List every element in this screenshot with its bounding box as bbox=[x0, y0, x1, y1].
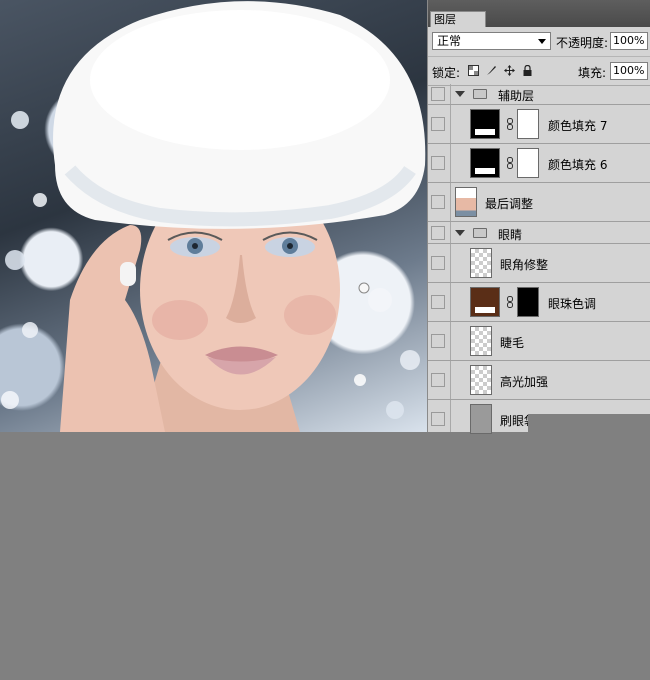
divider bbox=[450, 244, 451, 282]
portrait-image bbox=[1, 1, 426, 432]
layer-thumbnail bbox=[470, 404, 492, 434]
layer-row[interactable]: 最后调整 bbox=[428, 183, 650, 222]
divider bbox=[450, 400, 451, 432]
divider bbox=[450, 361, 451, 399]
layers-panel: 图层 正常 不透明度: 100% 锁定: 填充: 100% 辅助层 颜色填充 7… bbox=[427, 0, 650, 434]
opacity-label: 不透明度: bbox=[556, 36, 609, 50]
layer-name: 眼角修整 bbox=[500, 258, 549, 272]
overlay-block bbox=[528, 414, 650, 432]
divider bbox=[450, 105, 451, 143]
fill-layer-thumbnail bbox=[470, 109, 500, 139]
blend-mode-select[interactable]: 正常 bbox=[432, 32, 551, 50]
layer-group-row[interactable]: 辅助层 bbox=[428, 84, 650, 105]
layer-name: 颜色填充 6 bbox=[548, 158, 608, 172]
image-layer-thumbnail bbox=[455, 187, 477, 217]
eye-visibility-icon[interactable] bbox=[431, 373, 445, 387]
layer-group-row[interactable]: 眼睛 bbox=[428, 222, 650, 244]
eye-visibility-icon[interactable] bbox=[431, 412, 445, 426]
brush-icon[interactable] bbox=[486, 65, 497, 76]
eye-visibility-icon[interactable] bbox=[431, 87, 445, 101]
layer-mask-thumbnail[interactable] bbox=[517, 109, 539, 139]
tab-layers[interactable]: 图层 bbox=[430, 11, 486, 27]
fill-layer-thumbnail bbox=[470, 287, 500, 317]
eye-visibility-icon[interactable] bbox=[431, 226, 445, 240]
lock-label: 锁定: bbox=[432, 66, 461, 80]
fill-adjustment-icon bbox=[475, 129, 495, 135]
link-chain-icon[interactable] bbox=[507, 296, 513, 308]
lock-transparent-icon[interactable] bbox=[468, 65, 479, 76]
lock-bar: 锁定: 填充: 100% bbox=[428, 57, 650, 86]
blend-mode-bar: 正常 不透明度: 100% bbox=[428, 27, 650, 57]
layer-row[interactable]: 高光加强 bbox=[428, 361, 650, 400]
layer-name: 眼珠色调 bbox=[548, 297, 597, 311]
expand-triangle-icon[interactable] bbox=[455, 91, 465, 97]
layer-name: 颜色填充 7 bbox=[548, 119, 608, 133]
fill-label: 填充: bbox=[578, 66, 607, 80]
panel-tab-bar: 图层 bbox=[428, 0, 650, 27]
eye-visibility-icon[interactable] bbox=[431, 295, 445, 309]
layer-name: 最后调整 bbox=[485, 197, 534, 211]
blend-mode-value: 正常 bbox=[437, 34, 462, 48]
eye-visibility-icon[interactable] bbox=[431, 156, 445, 170]
divider bbox=[450, 222, 451, 243]
expand-triangle-icon[interactable] bbox=[455, 230, 465, 236]
layer-row[interactable]: 眼角修整 bbox=[428, 244, 650, 283]
move-icon[interactable] bbox=[504, 65, 515, 76]
layer-name: 睫毛 bbox=[500, 336, 525, 350]
eye-visibility-icon[interactable] bbox=[431, 195, 445, 209]
layer-name: 辅助层 bbox=[498, 89, 535, 103]
fill-layer-thumbnail bbox=[470, 148, 500, 178]
layer-row[interactable]: 眼珠色调 bbox=[428, 283, 650, 322]
link-chain-icon[interactable] bbox=[507, 118, 513, 130]
transparent-layer-thumbnail bbox=[470, 326, 492, 356]
layer-row[interactable]: 颜色填充 6 bbox=[428, 144, 650, 183]
eye-visibility-icon[interactable] bbox=[431, 117, 445, 131]
transparent-layer-thumbnail bbox=[470, 248, 492, 278]
layer-name: 高光加强 bbox=[500, 375, 549, 389]
layer-row[interactable]: 颜色填充 7 bbox=[428, 105, 650, 144]
divider bbox=[450, 183, 451, 221]
opacity-input[interactable]: 100% bbox=[610, 32, 648, 50]
fill-input[interactable]: 100% bbox=[610, 62, 648, 80]
divider bbox=[450, 322, 451, 360]
lock-icon[interactable] bbox=[522, 65, 533, 76]
folder-icon bbox=[473, 228, 487, 238]
eye-visibility-icon[interactable] bbox=[431, 334, 445, 348]
folder-icon bbox=[473, 89, 487, 99]
chevron-down-icon bbox=[538, 39, 546, 44]
layer-row[interactable]: 睫毛 bbox=[428, 322, 650, 361]
layer-name: 眼睛 bbox=[498, 228, 523, 242]
fill-adjustment-icon bbox=[475, 168, 495, 174]
eye-visibility-icon[interactable] bbox=[431, 256, 445, 270]
canvas-photo[interactable] bbox=[0, 0, 427, 432]
layer-mask-thumbnail[interactable] bbox=[517, 287, 539, 317]
divider bbox=[450, 283, 451, 321]
link-chain-icon[interactable] bbox=[507, 157, 513, 169]
divider bbox=[450, 84, 451, 104]
divider bbox=[450, 144, 451, 182]
layer-mask-thumbnail[interactable] bbox=[517, 148, 539, 178]
transparent-layer-thumbnail bbox=[470, 365, 492, 395]
fill-adjustment-icon bbox=[475, 307, 495, 313]
